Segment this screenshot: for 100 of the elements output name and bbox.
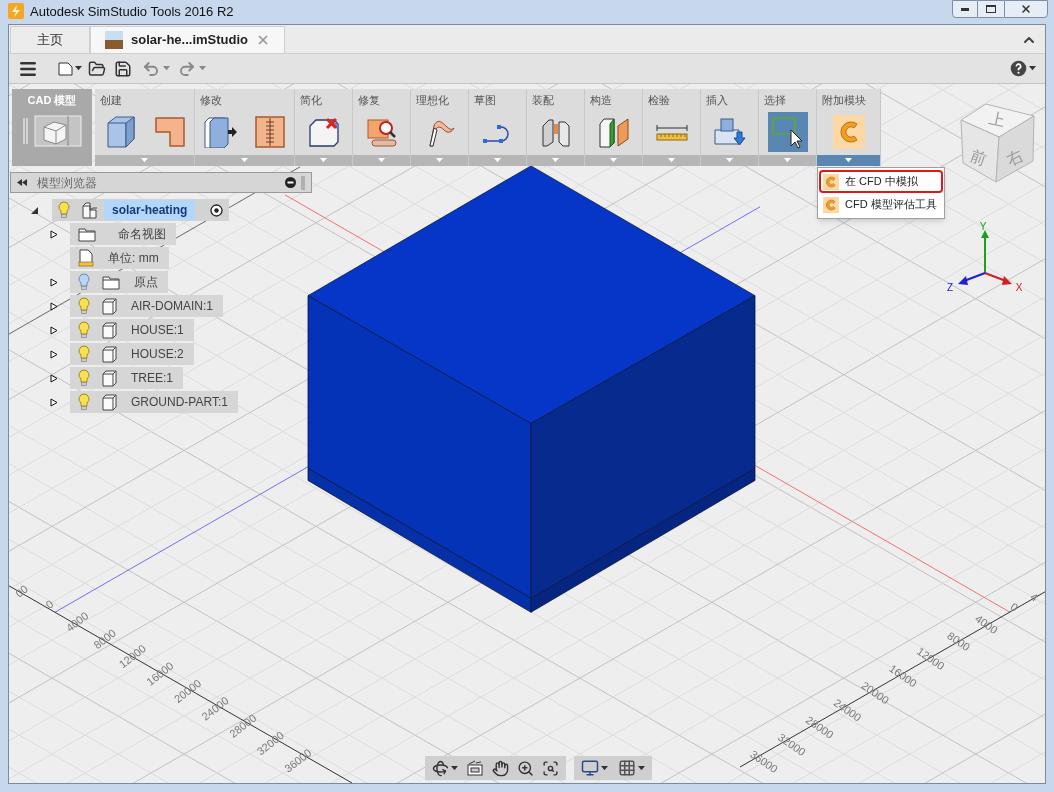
- minimize-icon: [961, 7, 969, 11]
- grip-handle-icon[interactable]: [301, 175, 305, 190]
- document-tab[interactable]: 主页: [10, 26, 90, 53]
- lightbulb-icon[interactable]: [78, 345, 90, 363]
- caret-icon: [436, 158, 443, 163]
- lightbulb-icon[interactable]: [58, 201, 70, 219]
- group-label: 附加模块: [821, 93, 867, 108]
- lightbulb-icon[interactable]: [78, 273, 90, 291]
- close-tab-icon[interactable]: [256, 33, 270, 47]
- cfd-logo-icon: [823, 196, 839, 213]
- expand-triangle-icon[interactable]: [50, 397, 58, 407]
- app-logo-icon: [8, 3, 24, 19]
- expand-triangle-icon[interactable]: [50, 325, 58, 335]
- caret-icon: [668, 158, 675, 163]
- tree-row[interactable]: TREE:1: [70, 367, 183, 389]
- construction-plane-icon: [597, 116, 630, 148]
- redo-button[interactable]: [178, 59, 206, 78]
- help-button[interactable]: [1010, 60, 1036, 77]
- tree-row[interactable]: HOUSE:2: [70, 343, 194, 365]
- selection-cursor-icon: [770, 115, 805, 149]
- axis-label: X: [1015, 282, 1023, 293]
- document-tab[interactable]: solar-he...imStudio: [90, 26, 285, 53]
- lightbulb-icon[interactable]: [78, 369, 90, 387]
- close-icon: [1020, 3, 1032, 15]
- new-file-button[interactable]: [58, 61, 82, 76]
- tree-root-row[interactable]: solar-heating: [52, 199, 230, 221]
- caret-icon: [726, 158, 733, 163]
- tree-row[interactable]: 原点: [70, 271, 168, 293]
- tree-row[interactable]: 命名视图: [70, 223, 176, 245]
- axis-label: Z: [946, 282, 954, 293]
- repair-magnifier-icon: [365, 116, 398, 148]
- group-label: 理想化: [415, 93, 450, 108]
- minimize-button[interactable]: [952, 0, 978, 18]
- model-box-icon: [33, 114, 82, 147]
- collapse-arrows-icon[interactable]: [17, 179, 27, 186]
- menu-item[interactable]: CFD 模型评估工具: [819, 193, 943, 216]
- caret-icon: [1029, 66, 1036, 71]
- menu-item[interactable]: 在 CFD 中模拟: [819, 170, 943, 193]
- undo-icon: [142, 59, 160, 78]
- ribbon-tool-button[interactable]: [767, 112, 808, 152]
- group-label: 修改: [199, 93, 223, 108]
- caret-icon: [494, 158, 501, 163]
- lightbulb-icon[interactable]: [78, 297, 90, 315]
- tree-row[interactable]: AIR-DOMAIN:1: [70, 295, 223, 317]
- expand-triangle-icon[interactable]: [50, 229, 58, 239]
- lightbulb-icon[interactable]: [78, 393, 90, 411]
- collapse-triangle-icon[interactable]: [31, 205, 39, 215]
- tree-item-label: 单位: mm: [108, 250, 159, 267]
- tree-row[interactable]: GROUND-PART:1: [70, 391, 238, 413]
- expand-triangle-icon[interactable]: [50, 349, 58, 359]
- panels-arrow-icon: [202, 116, 237, 148]
- tree-item-label: 命名视图: [118, 226, 166, 243]
- group-label: 检验: [647, 93, 671, 108]
- expand-triangle-icon[interactable]: [50, 301, 58, 311]
- split-body-icon: [254, 116, 285, 148]
- caret-icon: [784, 158, 791, 163]
- radio-target-icon[interactable]: [210, 203, 224, 217]
- grip-handle-icon: [22, 117, 28, 144]
- cfd-logo-icon: [823, 173, 839, 190]
- expand-triangle-icon[interactable]: [50, 373, 58, 383]
- zoom-icon: [517, 759, 534, 777]
- insert-folder-icon: [712, 116, 747, 148]
- cube-face-label: 右: [1004, 146, 1027, 169]
- group-label: 选择: [763, 93, 787, 108]
- orbit-icon: [432, 759, 449, 777]
- caret-icon: [163, 66, 170, 71]
- open-folder-icon[interactable]: [88, 59, 106, 78]
- caret-icon: [320, 158, 327, 163]
- tree-root-label: solar-heating: [104, 200, 196, 220]
- group-label: 创建: [99, 93, 123, 108]
- tree-row[interactable]: 单位: mm: [70, 247, 169, 269]
- axis-tick-label: 4: [1028, 590, 1041, 604]
- caret-icon: [378, 158, 385, 163]
- simplify-cube-icon: [307, 116, 340, 148]
- save-icon[interactable]: [114, 59, 132, 78]
- maximize-button[interactable]: [978, 0, 1004, 18]
- group-dropdown-button[interactable]: [817, 155, 880, 166]
- joint-parts-icon: [539, 116, 572, 148]
- expand-triangle-icon[interactable]: [50, 277, 58, 287]
- maximize-icon: [986, 5, 996, 13]
- lightbulb-icon[interactable]: [78, 321, 90, 339]
- caret-icon: [241, 158, 248, 163]
- display-monitor-icon: [581, 759, 599, 777]
- component-cube-icon: [102, 393, 117, 411]
- folder-icon: [78, 226, 96, 242]
- ruler-icon: [654, 122, 689, 142]
- tree-item-label: HOUSE:2: [131, 346, 184, 363]
- l-shape-icon: [153, 116, 186, 148]
- group-label: 装配: [531, 93, 555, 108]
- minus-circle-icon[interactable]: [285, 177, 296, 188]
- undo-button[interactable]: [142, 59, 170, 78]
- look-at-icon: [466, 760, 484, 776]
- assembly-icon: [82, 201, 98, 219]
- tree-row[interactable]: HOUSE:1: [70, 319, 194, 341]
- browser-title: 模型浏览器: [37, 174, 97, 192]
- group-label: 修复: [357, 93, 381, 108]
- group-label: 插入: [705, 93, 729, 108]
- tree-item-label: AIR-DOMAIN:1: [131, 298, 213, 315]
- caret-icon: [451, 765, 458, 771]
- axis-tick-label: 0: [43, 597, 56, 611]
